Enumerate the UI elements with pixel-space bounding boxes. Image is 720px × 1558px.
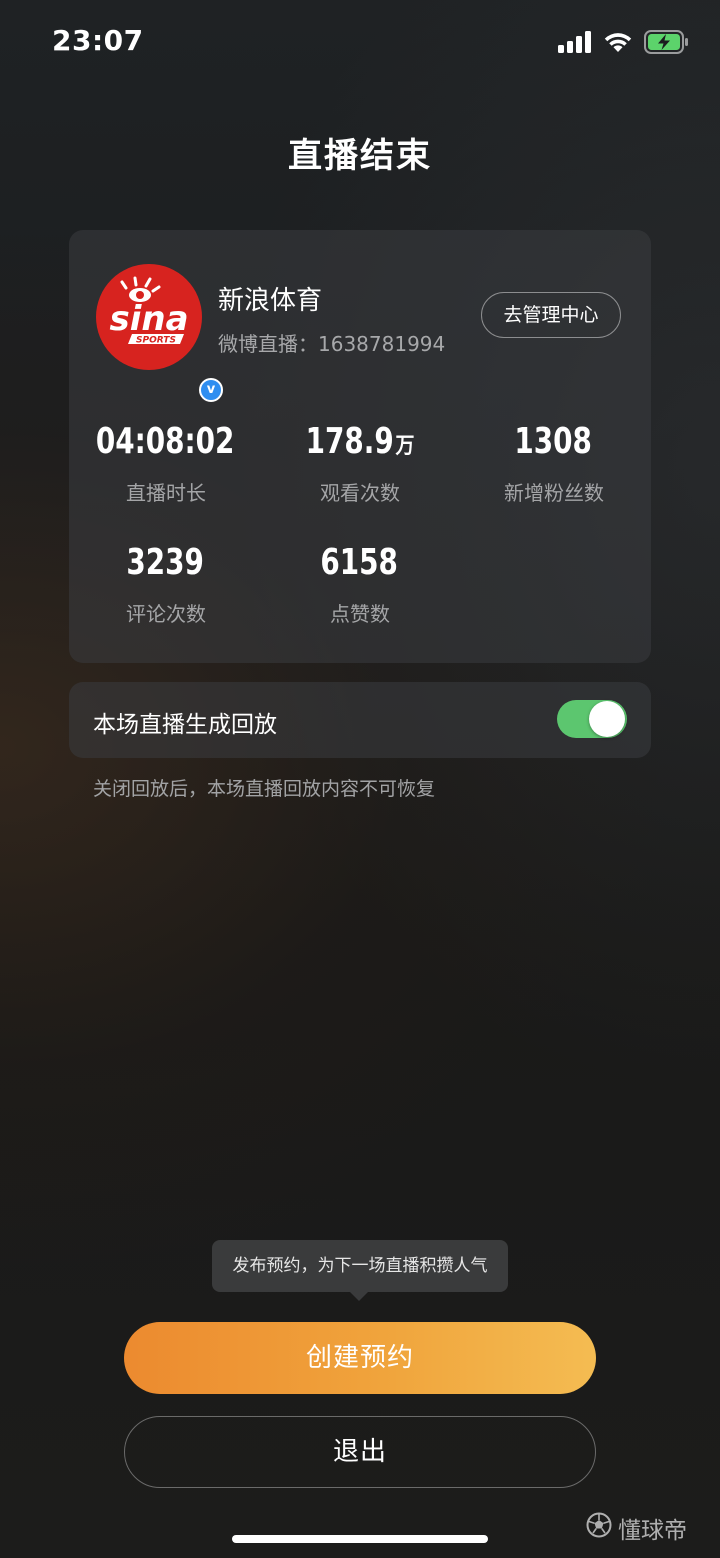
watermark-text: 懂球帝 <box>618 1518 687 1544</box>
football-logo-icon <box>586 1512 612 1544</box>
stat-views: 178.9万 观看次数 <box>263 422 457 506</box>
stat-comments: 3239 评论次数 <box>69 543 263 627</box>
account-id: 微博直播：1638781994 <box>218 332 446 356</box>
stat-label: 点赞数 <box>330 602 390 626</box>
reservation-tooltip: 发布预约，为下一场直播积攒人气 <box>212 1240 508 1292</box>
svg-text:sina: sina <box>109 299 188 339</box>
replay-note: 关闭回放后，本场直播回放内容不可恢复 <box>93 778 436 800</box>
stat-value: 3239 <box>126 542 204 583</box>
wifi-icon <box>604 31 632 57</box>
battery-charging-icon <box>644 30 690 58</box>
account-name: 新浪体育 <box>218 286 323 316</box>
stat-duration: 04:08:02 直播时长 <box>69 422 263 506</box>
stat-new-followers: 1308 新增粉丝数 <box>457 422 651 506</box>
create-reservation-button[interactable]: 创建预约 <box>124 1322 596 1394</box>
status-time: 23:07 <box>52 24 144 57</box>
status-bar: 23:07 <box>0 0 720 86</box>
stats-card: sina SPORTS v 新浪体育 微博直播：1638781994 去管理中心… <box>69 230 651 663</box>
page-title: 直播结束 <box>288 136 432 176</box>
sina-sports-logo: sina SPORTS <box>109 276 189 346</box>
stat-label: 直播时长 <box>126 481 206 505</box>
stat-value: 1308 <box>514 421 592 462</box>
stat-label: 评论次数 <box>126 602 206 626</box>
stat-likes: 6158 点赞数 <box>263 543 457 627</box>
status-icons <box>558 30 690 58</box>
stat-value: 04:08:02 <box>95 421 235 462</box>
stat-label: 新增粉丝数 <box>504 481 604 505</box>
stat-value: 6158 <box>320 542 398 583</box>
signal-icon <box>558 31 592 57</box>
tooltip-arrow-icon <box>349 1291 369 1301</box>
replay-setting-row: 本场直播生成回放 <box>69 682 651 758</box>
replay-label: 本场直播生成回放 <box>93 712 277 738</box>
avatar[interactable]: sina SPORTS v <box>96 264 223 402</box>
toggle-knob <box>589 701 625 737</box>
replay-toggle[interactable] <box>557 700 627 738</box>
stat-label: 观看次数 <box>320 481 400 505</box>
watermark: 懂球帝 <box>586 1512 687 1544</box>
manage-center-button[interactable]: 去管理中心 <box>481 292 621 338</box>
exit-button[interactable]: 退出 <box>124 1416 596 1488</box>
svg-text:SPORTS: SPORTS <box>136 336 176 346</box>
verified-badge-icon: v <box>199 378 223 402</box>
home-indicator[interactable] <box>232 1535 488 1543</box>
stat-value: 178.9万 <box>305 421 415 462</box>
